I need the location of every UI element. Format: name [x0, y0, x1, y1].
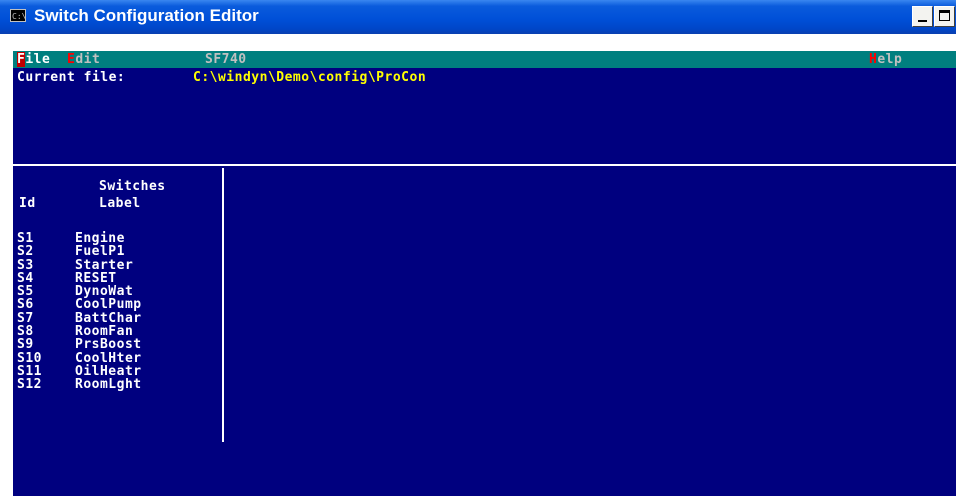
menu-device[interactable]: SF740	[205, 51, 247, 68]
switch-label: RESET	[75, 270, 117, 286]
menu-file-label: ile	[25, 52, 51, 67]
console-app-icon[interactable]: C:\	[10, 9, 26, 22]
console-window: C:\ Switch Configuration Editor File Edi…	[0, 0, 956, 496]
switch-label: Engine	[75, 231, 125, 246]
horizontal-divider	[13, 164, 956, 166]
window-frame-top	[0, 34, 956, 51]
switches-title: Switches	[99, 179, 166, 194]
switch-label: DynoWat	[75, 284, 134, 300]
switch-id: S5	[17, 284, 34, 300]
switch-id: S1	[17, 231, 34, 246]
switch-id: S8	[17, 324, 34, 340]
switch-id: S11	[17, 363, 42, 379]
console-area[interactable]: File Edit SF740 Help Current file: C:\wi…	[13, 51, 956, 496]
switch-id: S9	[17, 337, 34, 353]
minimize-button[interactable]	[912, 6, 933, 27]
maximize-button[interactable]	[934, 6, 955, 27]
switch-id: S4	[17, 270, 34, 286]
menu-help[interactable]: Help	[869, 51, 902, 68]
switch-label: BattChar	[75, 310, 142, 326]
switch-label: CoolPump	[75, 297, 142, 313]
switch-id: S6	[17, 297, 34, 313]
current-file-path: C:\windyn\Demo\config\ProCon	[193, 70, 427, 85]
switch-id: S7	[17, 310, 34, 326]
title-bar[interactable]: C:\ Switch Configuration Editor	[0, 0, 956, 34]
switch-label: RoomFan	[75, 324, 134, 340]
column-header-id: Id	[19, 196, 36, 211]
minimize-icon	[918, 20, 927, 22]
switch-label: RoomLght	[75, 377, 142, 393]
switch-label: CoolHter	[75, 350, 142, 366]
menu-file[interactable]: File	[17, 51, 50, 68]
switch-label: OilHeatr	[75, 363, 142, 379]
menu-edit[interactable]: Edit	[67, 51, 100, 68]
current-file-label: Current file:	[17, 70, 126, 85]
switch-label: PrsBoost	[75, 337, 142, 353]
switch-id: S3	[17, 257, 34, 273]
switch-id: S2	[17, 244, 34, 260]
switch-label: FuelP1	[75, 244, 125, 260]
switch-id: S12	[17, 377, 42, 393]
column-header-label: Label	[99, 196, 141, 211]
switch-label: Starter	[75, 257, 134, 273]
window-frame-left	[0, 34, 13, 496]
vertical-divider	[222, 168, 224, 442]
switch-id: S10	[17, 350, 42, 366]
menu-edit-label: dit	[75, 52, 101, 67]
maximize-icon	[939, 10, 950, 21]
window-title: Switch Configuration Editor	[34, 6, 259, 25]
menu-bar: File Edit SF740 Help	[13, 51, 956, 68]
menu-help-label: elp	[877, 52, 903, 67]
